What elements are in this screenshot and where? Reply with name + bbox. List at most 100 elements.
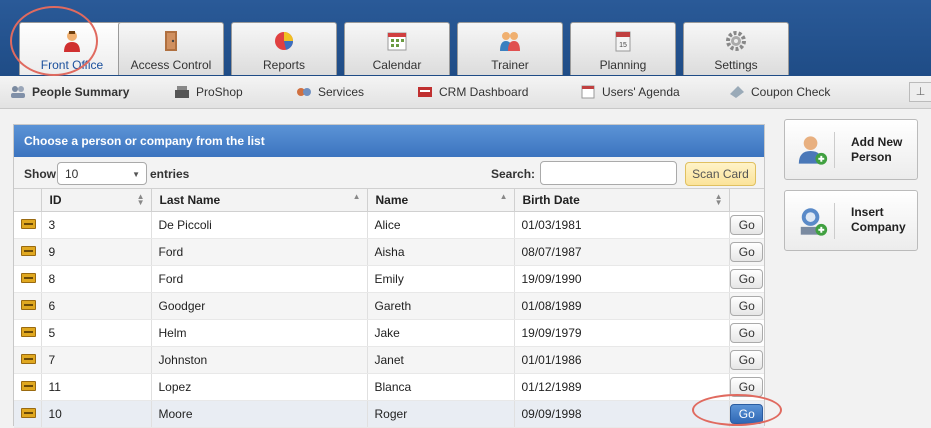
- add-person-icon: [798, 131, 835, 168]
- row-icon-cell: [14, 373, 42, 401]
- go-button[interactable]: Go: [730, 376, 764, 397]
- go-button[interactable]: Go: [730, 214, 764, 235]
- go-button[interactable]: Go: [730, 322, 764, 343]
- cell-birth-date: 01/03/1981: [514, 211, 730, 239]
- cell-birth-date: 01/08/1989: [514, 292, 730, 320]
- insert-company-button[interactable]: Insert Company: [784, 190, 918, 251]
- subnav-label: Coupon Check: [751, 85, 831, 99]
- column-label: Last Name: [159, 192, 221, 207]
- subnav-users-agenda[interactable]: Users' Agenda: [580, 85, 680, 99]
- table-row[interactable]: 8 Ford Emily 19/09/1990 Go: [14, 265, 764, 293]
- sort-icon: ▲: [499, 192, 508, 201]
- column-label: Birth Date: [522, 192, 580, 207]
- action-column-header: [729, 189, 764, 212]
- door-icon: [165, 31, 177, 51]
- entries-select[interactable]: 10 ▼: [57, 162, 147, 185]
- id-card-icon: [21, 299, 36, 310]
- table-row[interactable]: 9 Ford Aisha 08/07/1987 Go: [14, 238, 764, 266]
- cell-birth-date: 01/01/1986: [514, 346, 730, 374]
- cell-name: Aisha: [367, 238, 515, 266]
- go-button[interactable]: Go: [730, 349, 764, 370]
- column-header-birth-date[interactable]: Birth Date ▲ ▼: [514, 189, 730, 212]
- search-label: Search:: [491, 167, 536, 181]
- tab-settings[interactable]: Settings: [683, 22, 789, 75]
- subnav-label: People Summary: [32, 85, 130, 99]
- go-button[interactable]: Go: [730, 295, 764, 316]
- column-header-id[interactable]: ID ▲ ▼: [41, 189, 152, 212]
- label-line: Insert: [851, 205, 884, 219]
- column-header-last-name[interactable]: Last Name ▲: [151, 189, 368, 212]
- insert-company-label: Insert Company: [851, 205, 906, 235]
- subnav-label: Services: [318, 85, 365, 99]
- cell-last-name: Johnston: [151, 346, 368, 374]
- people-list-panel: Choose a person or company from the list…: [13, 124, 765, 428]
- table-row[interactable]: 7 Johnston Janet 01/01/1986 Go: [14, 346, 764, 374]
- cell-last-name: Ford: [151, 265, 368, 293]
- tab-label: Planning: [599, 58, 647, 72]
- subnav-label: CRM Dashboard: [439, 85, 529, 99]
- subnav-people-summary[interactable]: People Summary: [10, 85, 129, 99]
- cell-name: Emily: [367, 265, 515, 293]
- pin-icon[interactable]: ⊥: [909, 82, 931, 102]
- register-icon: [175, 86, 189, 98]
- cell-name: Roger: [367, 400, 515, 428]
- tab-planning[interactable]: 15 Planning: [570, 22, 676, 75]
- tab-trainer[interactable]: Trainer: [457, 22, 563, 75]
- entries-value: 10: [65, 167, 79, 181]
- subnav-coupon-check[interactable]: Coupon Check: [729, 85, 830, 99]
- row-icon-cell: [14, 319, 42, 347]
- cell-name: Jake: [367, 319, 515, 347]
- subnav-services[interactable]: Services: [296, 85, 364, 99]
- cell-last-name: Helm: [151, 319, 368, 347]
- id-card-icon: [21, 245, 36, 256]
- column-header-name[interactable]: Name ▲: [367, 189, 515, 212]
- cell-id: 10: [41, 400, 152, 428]
- entries-label: entries: [150, 167, 190, 181]
- icon-column-header: [14, 189, 42, 212]
- cell-last-name: Ford: [151, 238, 368, 266]
- gear-icon: [726, 31, 746, 51]
- action-cell: Go: [729, 346, 764, 374]
- table-controls: Show 10 ▼ entries Search: Scan Card: [14, 157, 764, 189]
- tab-label: Access Control: [130, 58, 212, 72]
- search-input[interactable]: [540, 161, 677, 185]
- id-card-icon: [21, 353, 36, 364]
- tab-label: Settings: [714, 58, 758, 72]
- go-button[interactable]: Go: [730, 403, 764, 424]
- table-row[interactable]: 10 Moore Roger 09/09/1998 Go: [14, 400, 764, 428]
- table-row[interactable]: 6 Goodger Gareth 01/08/1989 Go: [14, 292, 764, 320]
- calendar-icon: [387, 32, 407, 51]
- cell-last-name: Moore: [151, 400, 368, 428]
- table-row[interactable]: 5 Helm Jake 19/09/1979 Go: [14, 319, 764, 347]
- sort-icon: ▲: [352, 192, 361, 201]
- table-row[interactable]: 11 Lopez Blanca 01/12/1989 Go: [14, 373, 764, 401]
- pie-chart-icon: [275, 32, 294, 50]
- person-icon: [64, 31, 80, 52]
- cell-last-name: De Piccoli: [151, 211, 368, 239]
- subnav-proshop[interactable]: ProShop: [174, 85, 243, 99]
- row-icon-cell: [14, 292, 42, 320]
- cell-birth-date: 01/12/1989: [514, 373, 730, 401]
- subnav-crm-dashboard[interactable]: CRM Dashboard: [417, 85, 528, 99]
- action-cell: Go: [729, 319, 764, 347]
- action-cell: Go: [729, 265, 764, 293]
- scan-card-button[interactable]: Scan Card: [685, 162, 756, 186]
- cell-id: 7: [41, 346, 152, 374]
- subnav-label: ProShop: [196, 85, 243, 99]
- tab-calendar[interactable]: Calendar: [344, 22, 450, 75]
- cell-id: 6: [41, 292, 152, 320]
- go-button[interactable]: Go: [730, 241, 764, 262]
- go-button[interactable]: Go: [730, 268, 764, 289]
- tab-reports[interactable]: Reports: [231, 22, 337, 75]
- table-row[interactable]: 3 De Piccoli Alice 01/03/1981 Go: [14, 211, 764, 239]
- tab-label: Reports: [262, 58, 306, 72]
- tab-front-office[interactable]: Front Office: [19, 22, 125, 75]
- action-cell: Go: [729, 211, 764, 239]
- services-icon: [297, 88, 311, 96]
- tab-label: Calendar: [372, 58, 422, 72]
- top-navigation-bar: Front Office Access Control Reports Cale…: [0, 0, 931, 76]
- tab-access-control[interactable]: Access Control: [118, 22, 224, 75]
- cell-last-name: Lopez: [151, 373, 368, 401]
- add-new-person-button[interactable]: Add New Person: [784, 119, 918, 180]
- cell-birth-date: 19/09/1990: [514, 265, 730, 293]
